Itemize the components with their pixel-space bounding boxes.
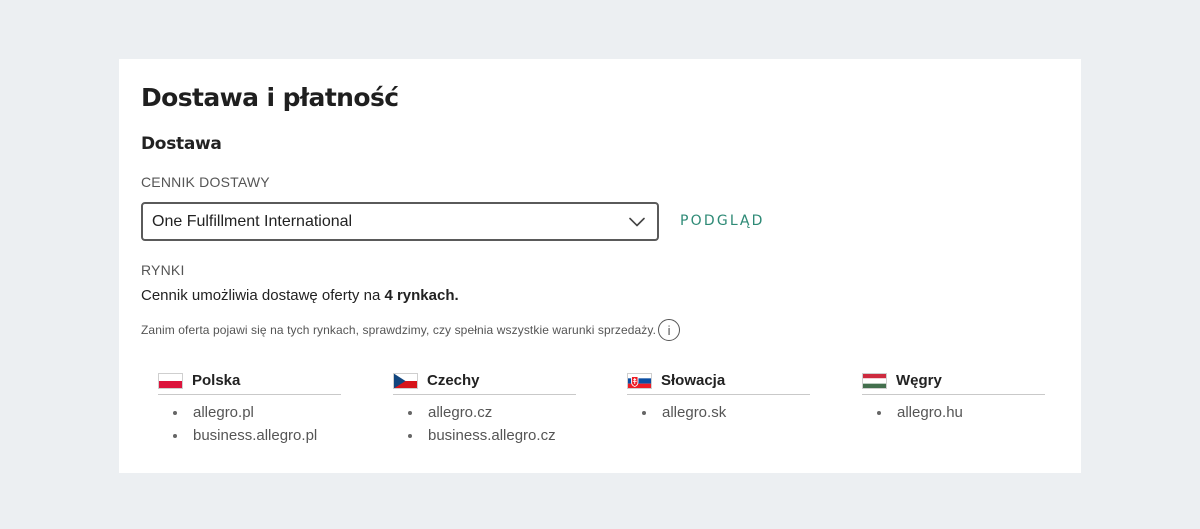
market-header: Czechy	[393, 367, 576, 395]
markets-count: 4 rynkach.	[384, 287, 459, 304]
section-title-delivery: Dostawa	[141, 134, 222, 154]
market-name: Słowacja	[661, 372, 726, 389]
market-header: Węgry	[862, 367, 1045, 395]
preview-link[interactable]: PODGLĄD	[680, 212, 765, 230]
markets-summary: Cennik umożliwia dostawę oferty na 4 ryn…	[141, 287, 459, 305]
domain-list: allegro.cz business.allegro.cz	[393, 401, 576, 447]
markets-label: RYNKI	[141, 262, 185, 278]
poland-flag-icon	[158, 372, 183, 389]
market-hungary: Węgry allegro.hu	[862, 367, 1045, 424]
pricelist-selected-value: One Fulfillment International	[152, 213, 353, 230]
domain-item: business.allegro.cz	[393, 424, 576, 447]
hungary-flag-icon	[862, 372, 887, 389]
domain-item: business.allegro.pl	[158, 424, 341, 447]
domain-item: allegro.pl	[158, 401, 341, 424]
market-header: Słowacja	[627, 367, 810, 395]
verification-note: Zanim oferta pojawi się na tych rynkach,…	[141, 317, 681, 343]
slovakia-flag-icon	[627, 372, 652, 389]
delivery-payment-card: Dostawa i płatność Dostawa CENNIK DOSTAW…	[119, 59, 1081, 473]
domain-item: allegro.sk	[627, 401, 810, 424]
pricelist-select[interactable]: One Fulfillment International	[141, 202, 659, 241]
market-name: Polska	[192, 372, 241, 389]
market-header: Polska	[158, 367, 341, 395]
market-name: Czechy	[427, 372, 480, 389]
pricelist-label: CENNIK DOSTAWY	[141, 174, 270, 190]
domain-list: allegro.pl business.allegro.pl	[158, 401, 341, 447]
chevron-down-icon	[629, 217, 645, 227]
market-name: Węgry	[896, 372, 942, 389]
market-slovakia: Słowacja allegro.sk	[627, 367, 810, 424]
domain-item: allegro.cz	[393, 401, 576, 424]
verification-note-text: Zanim oferta pojawi się na tych rynkach,…	[141, 323, 657, 337]
domain-list: allegro.hu	[862, 401, 1045, 424]
market-poland: Polska allegro.pl business.allegro.pl	[158, 367, 341, 447]
domain-item: allegro.hu	[862, 401, 1045, 424]
domain-list: allegro.sk	[627, 401, 810, 424]
page-title: Dostawa i płatność	[141, 83, 399, 112]
info-icon[interactable]: i	[658, 319, 681, 341]
market-czechia: Czechy allegro.cz business.allegro.cz	[393, 367, 576, 447]
markets-summary-text: Cennik umożliwia dostawę oferty na	[141, 287, 385, 304]
czech-flag-icon	[393, 372, 418, 389]
